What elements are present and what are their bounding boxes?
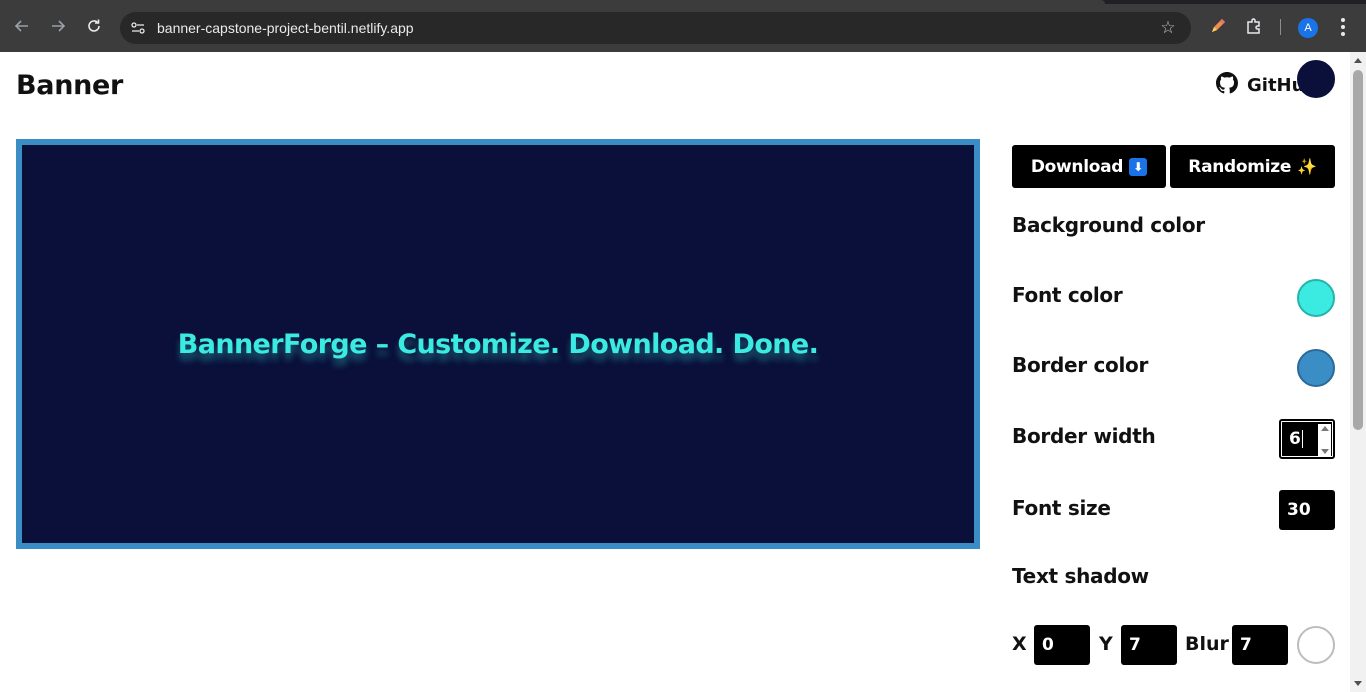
border-color-picker[interactable]	[1297, 349, 1335, 387]
shadow-blur-value: 7	[1240, 635, 1252, 655]
font-size-input[interactable]: 30	[1279, 490, 1335, 530]
page-scrollbar[interactable]	[1350, 52, 1366, 692]
site-info-icon[interactable]	[130, 20, 146, 36]
border-color-label: Border color	[1012, 353, 1149, 377]
background-color-label: Background color	[1012, 213, 1205, 237]
browser-toolbar: banner-capstone-project-bentil.netlify.a…	[0, 0, 1366, 52]
shadow-y-label: Y	[1099, 633, 1113, 655]
download-arrow-icon: ⬇	[1129, 157, 1148, 176]
spin-down-icon[interactable]	[1320, 449, 1329, 454]
shadow-x-label: X	[1012, 633, 1027, 655]
forward-arrow-icon[interactable]	[46, 14, 70, 38]
font-size-value: 30	[1287, 500, 1311, 520]
sparkles-icon: ✨	[1297, 157, 1317, 176]
shadow-blur-input[interactable]: 7	[1232, 625, 1288, 665]
page: Banner GitHub BannerForge – Customize. D…	[0, 52, 1350, 692]
download-button[interactable]: Download ⬇	[1012, 145, 1166, 188]
scroll-down-icon[interactable]	[1354, 681, 1362, 686]
background-color-picker[interactable]	[1297, 60, 1335, 98]
download-label: Download	[1030, 156, 1124, 177]
border-width-label: Border width	[1012, 424, 1156, 448]
border-width-input[interactable]: 6	[1279, 419, 1335, 459]
shadow-y-value: 7	[1129, 635, 1141, 655]
text-shadow-label: Text shadow	[1012, 564, 1149, 588]
profile-avatar[interactable]: A	[1298, 18, 1318, 38]
tab-strip	[0, 0, 1366, 4]
scroll-up-icon[interactable]	[1354, 58, 1362, 63]
border-width-spinner[interactable]	[1318, 424, 1331, 456]
shadow-y-input[interactable]: 7	[1121, 625, 1177, 665]
address-bar[interactable]: banner-capstone-project-bentil.netlify.a…	[120, 12, 1191, 44]
shadow-color-picker[interactable]	[1297, 626, 1335, 664]
pen-extension-icon[interactable]	[1208, 16, 1228, 36]
kebab-menu-icon[interactable]	[1336, 16, 1350, 38]
spin-up-icon[interactable]	[1320, 426, 1329, 431]
action-buttons: Download ⬇ Randomize ✨	[1012, 145, 1335, 188]
shadow-x-value: 0	[1042, 635, 1054, 655]
puzzle-extensions-icon[interactable]	[1244, 16, 1264, 36]
bookmark-star-icon[interactable]: ☆	[1159, 19, 1177, 37]
banner-preview: BannerForge – Customize. Download. Done.	[16, 139, 980, 549]
font-color-picker[interactable]	[1297, 279, 1335, 317]
github-icon	[1216, 72, 1238, 98]
font-color-label: Font color	[1012, 283, 1123, 307]
font-size-label: Font size	[1012, 496, 1111, 520]
shadow-x-input[interactable]: 0	[1034, 625, 1090, 665]
banner-text: BannerForge – Customize. Download. Done.	[177, 328, 819, 360]
randomize-button[interactable]: Randomize ✨	[1170, 145, 1335, 188]
page-title: Banner	[16, 70, 124, 101]
border-width-value: 6	[1289, 429, 1301, 449]
randomize-label: Randomize	[1188, 156, 1292, 177]
scrollbar-thumb[interactable]	[1353, 70, 1363, 430]
shadow-blur-label: Blur	[1185, 633, 1229, 655]
text-caret	[1301, 430, 1303, 448]
back-arrow-icon[interactable]	[10, 14, 34, 38]
reload-icon[interactable]	[82, 14, 106, 38]
text-shadow-controls: X 0 Y 7 Blur 7	[1012, 625, 1336, 665]
url-text: banner-capstone-project-bentil.netlify.a…	[157, 20, 414, 36]
toolbar-separator	[1280, 19, 1281, 35]
